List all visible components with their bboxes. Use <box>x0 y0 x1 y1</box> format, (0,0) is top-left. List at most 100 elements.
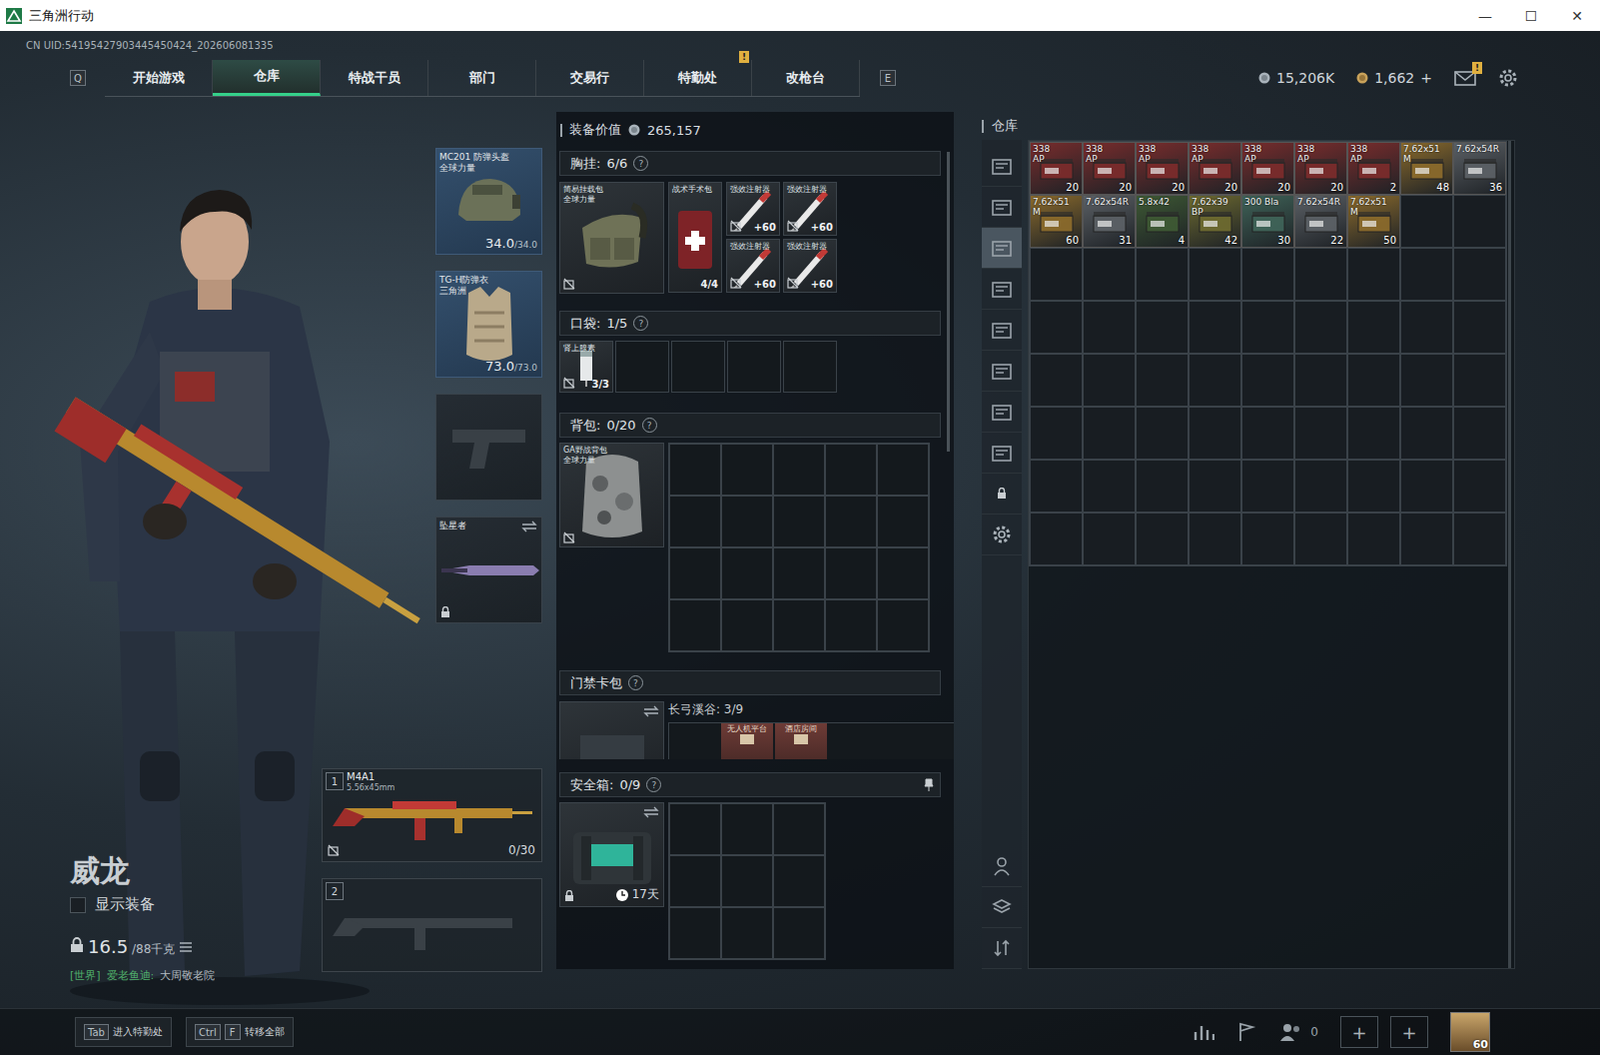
player-avatar[interactable]: 60 <box>1450 1011 1491 1052</box>
backpack-cell[interactable] <box>773 599 825 652</box>
storage-settings[interactable] <box>981 514 1022 556</box>
warehouse-cell[interactable] <box>1347 406 1401 460</box>
warehouse-cell[interactable] <box>1453 300 1507 354</box>
warehouse-cell[interactable] <box>1135 406 1189 460</box>
warehouse-cell[interactable] <box>1453 406 1507 460</box>
nav-tab[interactable]: 特战干员 <box>320 59 429 96</box>
warehouse-cell[interactable] <box>1241 406 1295 460</box>
backpack-cell[interactable] <box>773 443 825 496</box>
warehouse-cell[interactable] <box>1029 512 1083 566</box>
warehouse-tab[interactable] <box>981 309 1022 351</box>
warehouse-cell[interactable] <box>1241 247 1295 301</box>
warehouse-cell[interactable] <box>1453 194 1507 248</box>
help-button[interactable]: ? <box>633 315 649 331</box>
window-control[interactable]: ✕ <box>1554 7 1600 24</box>
warehouse-cell[interactable] <box>1453 459 1507 513</box>
pocket-slot[interactable] <box>671 340 726 393</box>
rig-tile[interactable]: 简易挂载包全球力量 <box>559 181 665 294</box>
flag-icon[interactable] <box>1236 1021 1257 1042</box>
safe-cell[interactable] <box>721 854 774 907</box>
warehouse-cell[interactable] <box>1294 406 1348 460</box>
warehouse-cell[interactable] <box>1082 512 1136 566</box>
warehouse-cell[interactable] <box>1400 406 1454 460</box>
warehouse-cell[interactable] <box>1453 353 1507 407</box>
backpack-cell[interactable] <box>721 495 774 548</box>
ammo-item[interactable]: 338AP20 <box>1188 141 1242 195</box>
warehouse-cell[interactable] <box>1347 300 1401 354</box>
warehouse-cell[interactable] <box>1135 300 1189 354</box>
show-equipment-checkbox[interactable] <box>69 896 86 913</box>
warehouse-cell[interactable] <box>1188 247 1242 301</box>
invite-button[interactable]: + <box>1340 1015 1379 1048</box>
warehouse-cell[interactable] <box>1135 459 1189 513</box>
backpack-cell[interactable] <box>721 443 774 496</box>
ammo-item[interactable]: 338AP20 <box>1135 141 1189 195</box>
warehouse-cell[interactable] <box>1029 459 1083 513</box>
warehouse-cell[interactable] <box>1294 300 1348 354</box>
safe-cell[interactable] <box>773 906 825 959</box>
warehouse-cell[interactable] <box>1453 512 1507 566</box>
ammo-item[interactable]: 338AP20 <box>1082 141 1136 195</box>
warehouse-cell[interactable] <box>1294 512 1348 566</box>
warehouse-cell[interactable] <box>1294 353 1348 407</box>
warehouse-cell[interactable] <box>1082 459 1136 513</box>
warehouse-cell[interactable] <box>1135 512 1189 566</box>
nav-tab[interactable]: 交易行 <box>536 59 645 96</box>
backpack-cell[interactable] <box>773 495 825 548</box>
warehouse-tool[interactable] <box>981 886 1022 928</box>
melee-slot[interactable]: 坠星者 <box>435 516 543 624</box>
backpack-cell[interactable] <box>824 547 877 600</box>
help-button[interactable]: ? <box>646 777 662 793</box>
backpack-cell[interactable] <box>773 547 825 600</box>
keycard[interactable]: 酒店房间 <box>775 723 827 760</box>
warehouse-cell[interactable] <box>1082 353 1136 407</box>
help-button[interactable]: ? <box>642 417 658 433</box>
backpack-cell[interactable] <box>876 599 929 652</box>
scrollbar[interactable] <box>1508 140 1512 968</box>
backpack-cell[interactable] <box>669 495 722 548</box>
pocket-slot[interactable] <box>727 340 782 393</box>
safe-cell[interactable] <box>721 802 774 855</box>
ammo-item[interactable]: 7.62x51M48 <box>1400 141 1454 195</box>
warehouse-tab[interactable] <box>981 391 1022 433</box>
warehouse-tool[interactable] <box>981 845 1022 887</box>
warehouse-cell[interactable] <box>1135 247 1189 301</box>
keycard[interactable]: 无人机平台 <box>721 723 774 760</box>
pocket-item[interactable]: 肾上腺素3/3 <box>559 340 614 393</box>
warehouse-cell[interactable] <box>1453 247 1507 301</box>
show-equipment-toggle[interactable]: 显示装备 <box>69 894 215 914</box>
backpack-cell[interactable] <box>876 443 929 496</box>
safe-cell[interactable] <box>721 906 774 959</box>
helmet-slot[interactable]: MC201 防弹头盔全球力量34.0/34.0 <box>435 147 543 255</box>
warehouse-tab[interactable] <box>981 432 1022 474</box>
medkit-tile[interactable]: 战术手术包4/4 <box>668 181 723 293</box>
backpack-cell[interactable] <box>876 547 929 600</box>
stats-chart-icon[interactable] <box>1192 1021 1215 1042</box>
injector-tile[interactable]: 强效注射器+60 <box>726 181 781 236</box>
ammo-item[interactable]: 7.62x51M50 <box>1347 194 1401 248</box>
backpack-cell[interactable] <box>876 495 929 548</box>
weapon-slot[interactable]: 1M4A15.56x45mm0/30 <box>321 768 543 862</box>
injector-tile[interactable]: 强效注射器+60 <box>783 238 837 293</box>
backpack-cell[interactable] <box>721 547 774 600</box>
pocket-slot[interactable] <box>783 340 837 393</box>
mail-button[interactable]: ! <box>1454 69 1477 86</box>
warehouse-tab[interactable] <box>981 145 1022 187</box>
backpack-cell[interactable] <box>669 547 722 600</box>
warehouse-cell[interactable] <box>1029 406 1083 460</box>
help-button[interactable]: ? <box>628 675 644 691</box>
keycard-bag-tile[interactable] <box>559 701 665 760</box>
warehouse-cell[interactable] <box>1188 512 1242 566</box>
warehouse-cell[interactable] <box>1400 512 1454 566</box>
backpack-cell[interactable] <box>669 599 722 652</box>
warehouse-cell[interactable] <box>1241 512 1295 566</box>
weapon-slot[interactable]: 2 <box>321 877 543 972</box>
invite-button[interactable]: + <box>1390 1015 1429 1048</box>
safe-box-tile[interactable]: 17天 <box>559 801 665 907</box>
prev-tab-key[interactable]: Q <box>69 69 86 86</box>
warehouse-cell[interactable] <box>1241 353 1295 407</box>
armor-slot[interactable]: TG-H防弹衣三角洲73.0/73.0 <box>435 270 543 378</box>
safe-cell[interactable] <box>669 854 722 907</box>
ammo-item[interactable]: 7.62x51M60 <box>1029 194 1083 248</box>
ammo-item[interactable]: 7.62x54R31 <box>1082 194 1136 248</box>
